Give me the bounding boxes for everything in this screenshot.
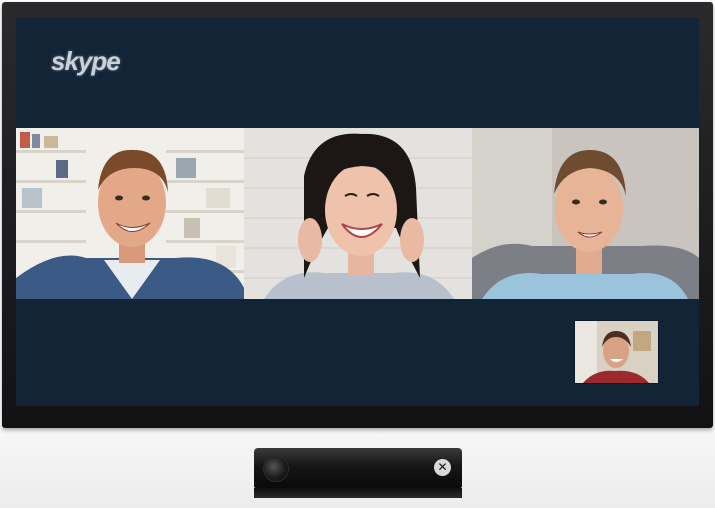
- self-view-video[interactable]: [574, 320, 659, 384]
- sensor-body: ✕: [254, 448, 462, 488]
- kinect-sensor: ✕: [254, 448, 462, 500]
- tv-frame: skype: [2, 2, 713, 428]
- participant-video-3[interactable]: [472, 128, 699, 299]
- skype-logo: skype: [51, 46, 121, 76]
- camera-lens-icon: [263, 456, 289, 482]
- participant-3-image: [472, 128, 699, 299]
- participant-video-2[interactable]: [244, 128, 472, 299]
- participant-2-image: [244, 128, 472, 299]
- self-view-image: [575, 321, 658, 383]
- xbox-logo-icon: ✕: [434, 459, 451, 476]
- participant-video-1[interactable]: [16, 128, 244, 299]
- participant-1-image: [16, 128, 244, 299]
- call-screen: skype: [16, 18, 699, 406]
- sensor-stand: [254, 488, 462, 498]
